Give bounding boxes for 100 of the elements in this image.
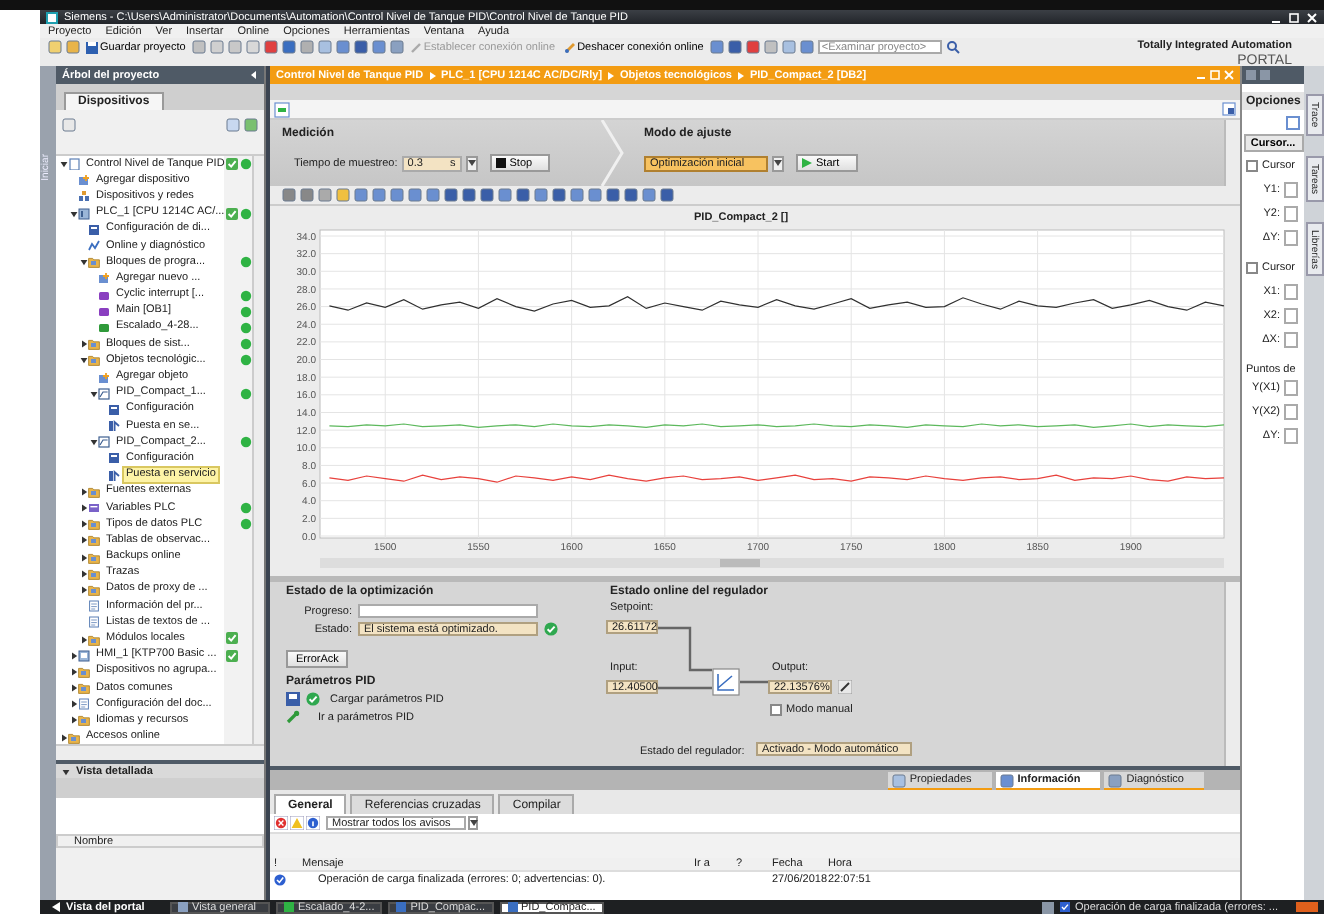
folder-icon	[78, 682, 90, 695]
close-icon[interactable]	[1306, 11, 1318, 23]
folder-icon	[88, 485, 100, 498]
tab-icon	[891, 773, 906, 787]
chevron-icon	[429, 71, 436, 79]
expand-arrow-icon[interactable]	[80, 504, 88, 513]
cursor-checkbox[interactable]	[1246, 160, 1258, 172]
folder-icon	[88, 256, 100, 269]
window-icon	[284, 902, 294, 912]
expand-arrow-icon[interactable]	[70, 651, 78, 660]
dropdown-button[interactable]	[468, 816, 478, 830]
cursor-checkbox[interactable]	[1246, 262, 1258, 274]
folder-icon[interactable]	[66, 40, 80, 54]
folder-icon	[88, 551, 100, 564]
settings-icon	[108, 403, 120, 416]
collapse-icon[interactable]	[248, 70, 258, 80]
monitor-icon[interactable]	[1041, 901, 1053, 913]
expand-arrow-icon[interactable]	[80, 520, 88, 529]
info-filter-icon[interactable]	[306, 816, 320, 830]
toolbar-icon[interactable]	[62, 117, 76, 131]
expand-arrow-icon[interactable]	[80, 340, 88, 349]
caret-icon	[774, 160, 782, 166]
tab-icon	[1108, 773, 1123, 787]
expand-arrow-icon[interactable]	[62, 767, 70, 775]
device-icon	[78, 207, 90, 220]
plug-icon	[563, 42, 576, 54]
expand-arrow-icon[interactable]	[70, 667, 78, 676]
window-icon	[396, 902, 407, 912]
caret-icon	[469, 820, 477, 826]
controller-icon	[98, 387, 110, 400]
list-icon	[88, 600, 100, 613]
new-project-icon[interactable]	[48, 40, 62, 54]
dropdown-button[interactable]	[772, 155, 784, 171]
spin-button[interactable]	[465, 155, 478, 171]
manual-mode-checkbox[interactable]	[770, 704, 782, 716]
commissioning-icon	[108, 469, 120, 482]
list-icon	[88, 616, 100, 629]
folder-icon	[78, 714, 90, 727]
error-filter-icon[interactable]	[274, 816, 288, 830]
play-icon	[802, 158, 812, 168]
expand-arrow-icon[interactable]	[80, 258, 88, 267]
expand-arrow-icon[interactable]	[70, 684, 78, 693]
expand-arrow-icon[interactable]	[70, 700, 78, 709]
edit-icon[interactable]	[838, 680, 852, 694]
chevron-icon	[737, 71, 744, 79]
window-icon	[507, 902, 518, 912]
progress-icon	[1296, 902, 1318, 912]
chevron-icon	[608, 71, 615, 79]
stop-icon	[495, 158, 506, 168]
plug-icon	[409, 42, 422, 54]
add-icon	[98, 272, 110, 285]
folder-icon	[88, 534, 100, 547]
controller-icon	[98, 436, 110, 449]
folder-icon	[88, 583, 100, 596]
expand-arrow-icon[interactable]	[80, 356, 88, 365]
commissioning-icon[interactable]	[274, 101, 290, 117]
expand-arrow-icon[interactable]	[80, 487, 88, 496]
folder-icon	[88, 567, 100, 580]
expand-arrow-icon[interactable]	[70, 209, 78, 218]
layout-icon[interactable]	[1286, 115, 1300, 129]
tab-icon	[999, 773, 1014, 787]
window-icon	[178, 902, 188, 912]
load-icon[interactable]	[286, 692, 300, 706]
expand-arrow-icon[interactable]	[60, 733, 68, 742]
expand-arrow-icon[interactable]	[60, 160, 68, 169]
expand-arrow-icon[interactable]	[90, 389, 98, 398]
folder-icon	[78, 665, 90, 678]
add-icon	[78, 174, 90, 187]
screen-icon	[78, 649, 90, 662]
layout-icon[interactable]	[1222, 102, 1236, 116]
expand-arrow-icon[interactable]	[80, 569, 88, 578]
folder-icon	[88, 518, 100, 531]
add-icon	[98, 371, 110, 384]
search-icon[interactable]	[945, 40, 960, 54]
list-icon	[78, 698, 90, 711]
settings-icon	[108, 452, 120, 465]
controller-block-icon	[712, 668, 740, 696]
expand-arrow-icon[interactable]	[80, 635, 88, 644]
back-arrow-icon	[52, 902, 60, 912]
caret-icon	[467, 160, 476, 166]
folder-icon	[88, 633, 100, 646]
expand-arrow-icon[interactable]	[90, 438, 98, 447]
tag-table-icon	[88, 502, 100, 515]
expand-arrow-icon[interactable]	[80, 553, 88, 562]
diagnostics-icon	[88, 240, 100, 253]
expand-arrow-icon[interactable]	[80, 585, 88, 594]
folder-icon	[88, 354, 100, 367]
app-icon	[46, 11, 58, 23]
maximize-icon[interactable]	[1288, 11, 1300, 23]
save-icon	[86, 42, 98, 54]
folder-icon	[68, 731, 80, 744]
document-icon	[68, 158, 80, 171]
folder-icon	[88, 338, 100, 351]
network-icon	[78, 190, 90, 203]
commissioning-icon	[108, 420, 120, 433]
success-icon	[306, 692, 320, 706]
settings-icon	[88, 223, 100, 236]
success-icon	[544, 622, 558, 636]
expand-arrow-icon[interactable]	[70, 716, 78, 725]
expand-arrow-icon[interactable]	[80, 536, 88, 545]
